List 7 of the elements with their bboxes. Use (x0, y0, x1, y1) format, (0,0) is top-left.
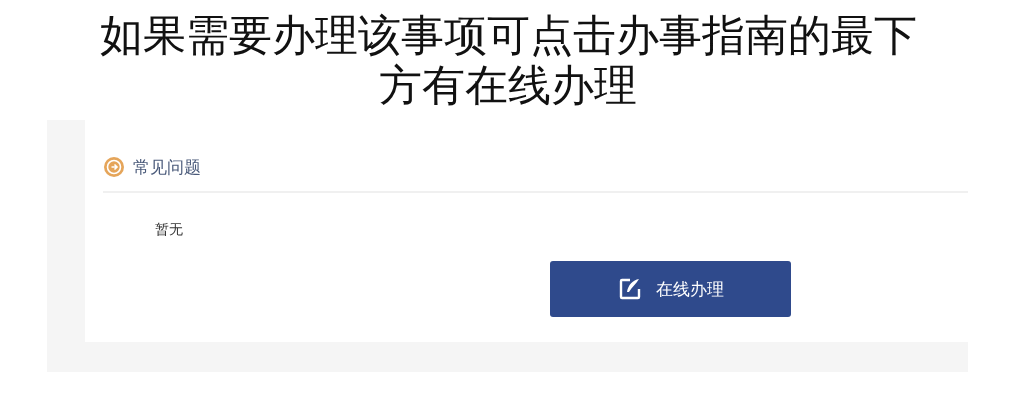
arrow-circle-icon (103, 156, 125, 178)
caption-text: 方有在线办理 (379, 60, 637, 110)
online-service-button[interactable]: 在线办理 (550, 261, 791, 317)
section-title: 常见问题 (133, 155, 201, 179)
caption-text: 如果需要办理该事项可点击办事指南的最下 (99, 10, 917, 60)
faq-text: 暂无 (155, 221, 183, 239)
edit-icon (617, 277, 642, 301)
